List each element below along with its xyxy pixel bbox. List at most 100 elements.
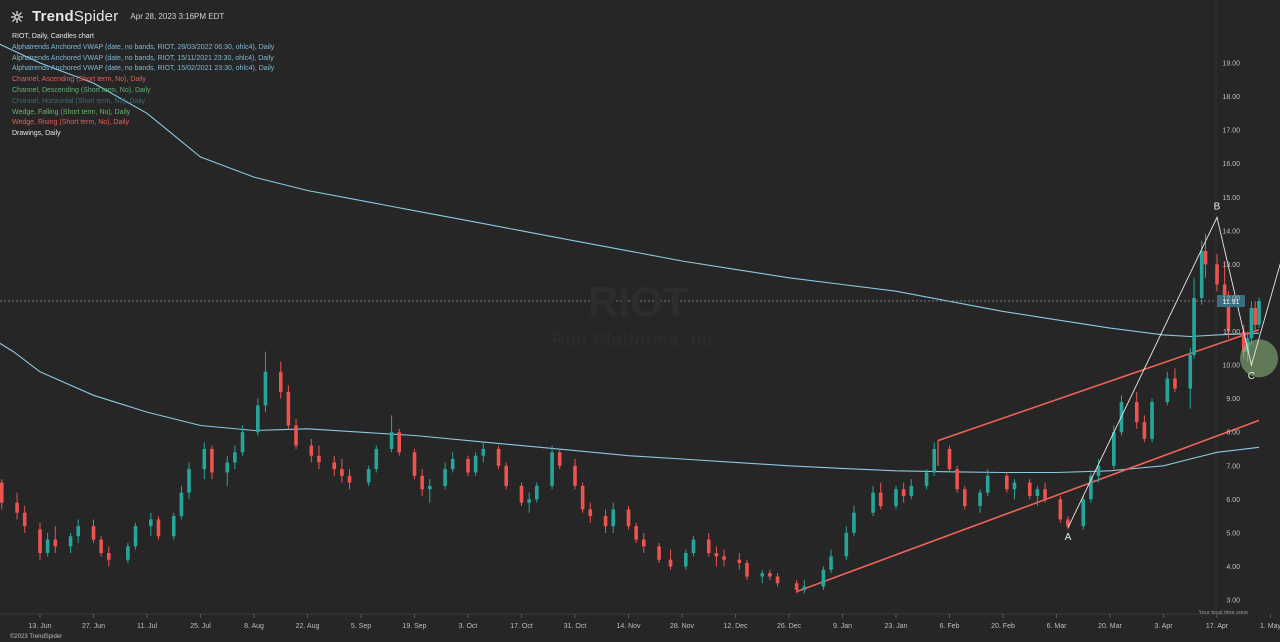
candle-body <box>1150 401 1154 439</box>
candle-body <box>420 475 424 490</box>
candle-body <box>340 469 344 476</box>
x-tick-label: 1. May <box>1260 623 1280 630</box>
candle-body <box>1043 489 1047 500</box>
candle-body <box>684 553 688 567</box>
legend-item[interactable]: Alphatrends Anchored VWAP (date, no band… <box>12 64 274 75</box>
candle-body <box>256 405 260 433</box>
x-tick-label: 20. Feb <box>991 623 1015 630</box>
candle-body <box>366 469 371 483</box>
candle-body <box>149 519 153 527</box>
candle-body <box>427 485 432 490</box>
y-tick-label: 19.00 <box>1222 61 1240 68</box>
candle-body <box>1012 482 1017 490</box>
legend-item[interactable]: Alphatrends Anchored VWAP (date, no band… <box>12 43 274 54</box>
candle-body <box>550 452 554 486</box>
candle-body <box>210 448 214 473</box>
candle-body <box>894 489 898 507</box>
candle-body <box>412 452 417 476</box>
y-tick-label: 14.00 <box>1222 228 1240 235</box>
candle-body <box>1257 300 1261 325</box>
candle-body <box>722 556 726 560</box>
legend-item[interactable]: Channel, Descending (Short term, No), Da… <box>12 86 274 97</box>
candle-body <box>91 526 96 540</box>
legend-item[interactable]: Channel, Horizontal (Short term, No), Da… <box>12 97 274 108</box>
brand-spider: Spider <box>73 8 119 25</box>
candle-body <box>1005 475 1009 490</box>
x-tick-label: 20. Mar <box>1098 623 1122 630</box>
timezone-note[interactable]: Your local time zone <box>1199 610 1248 616</box>
candle-body <box>1027 482 1032 496</box>
candle-body <box>573 465 577 486</box>
candle-body <box>519 485 524 503</box>
candle-body <box>737 559 742 564</box>
candle-body <box>901 489 906 496</box>
legend-item[interactable]: RIOT, Daily, Candles chart <box>12 32 274 43</box>
candle-body <box>580 485 585 510</box>
brand-trend: Trend <box>32 8 74 25</box>
candle-body <box>389 432 394 449</box>
candle-body <box>802 586 807 590</box>
candle-body <box>466 459 470 473</box>
x-tick-label: 27. Jun <box>82 623 105 630</box>
y-tick-label: 8.00 <box>1226 430 1240 437</box>
candle-body <box>1165 378 1170 402</box>
timestamp: Apr 28, 2023 3:16PM EDT <box>130 12 225 21</box>
candle-body <box>1249 308 1254 339</box>
candle-body <box>821 569 826 587</box>
x-axis-ticks: 13. Jun 27. Jun 11. Jul 25. Jul 8. Aug 22. Au… <box>29 614 1280 630</box>
y-tick-label: 16.00 <box>1222 161 1240 168</box>
x-tick-label: 23. Jan <box>885 623 908 630</box>
candle-body <box>878 492 883 507</box>
candle-body <box>760 573 765 577</box>
candle-body <box>775 576 780 584</box>
candle-body <box>38 529 42 554</box>
legend-item[interactable]: Alphatrends Anchored VWAP (date, no band… <box>12 54 274 65</box>
copyright: ©2023 TrendSpider <box>10 634 63 640</box>
candle-body <box>504 465 509 486</box>
candle-body <box>22 512 27 527</box>
abcd-drawing: ABCDFailed breakdown <box>1065 201 1280 543</box>
candle-body <box>263 371 268 406</box>
x-tick-label: 6. Mar <box>1047 623 1068 630</box>
candle-body <box>309 445 314 456</box>
candle-body <box>278 371 283 392</box>
candle-body <box>1112 432 1116 466</box>
y-tick-label: 13.00 <box>1222 262 1240 269</box>
candle-body <box>626 509 631 527</box>
candle-body <box>374 448 379 470</box>
candle-body <box>611 509 616 527</box>
candle-body <box>99 539 103 554</box>
point-label: B <box>1214 201 1221 212</box>
candle-body <box>53 539 58 547</box>
candle-body <box>588 509 593 517</box>
candle-body <box>691 539 696 554</box>
legend-item[interactable]: Wedge, Falling (Short term, No), Daily <box>12 108 274 119</box>
candle-body <box>768 573 772 577</box>
candle-body <box>294 425 298 446</box>
candle-body <box>1134 401 1139 423</box>
x-tick-label: 13. Jun <box>29 623 52 630</box>
candle-body <box>496 448 501 466</box>
candle-body <box>634 526 638 540</box>
candle-body <box>187 469 191 493</box>
legend-item[interactable]: Channel, Ascending (Short term, No), Dai… <box>12 75 274 86</box>
candle-body <box>15 502 19 513</box>
candle-body <box>706 539 711 554</box>
candle-body <box>68 536 73 547</box>
candle-body <box>1081 499 1086 527</box>
candle-body <box>985 475 990 493</box>
candle-body <box>527 499 531 503</box>
candle-body <box>714 553 719 557</box>
legend-item[interactable]: Drawings, Daily <box>12 129 274 140</box>
candle-body <box>225 462 230 473</box>
x-tick-label: 17. Oct <box>510 623 533 630</box>
y-tick-label: 15.00 <box>1222 195 1240 202</box>
candle-body <box>844 532 849 557</box>
candle-body <box>0 482 4 503</box>
x-tick-label: 28. Nov <box>670 623 695 630</box>
candle-body <box>317 455 321 463</box>
candle-body <box>852 512 856 533</box>
brand-name: TrendSpider <box>32 8 118 25</box>
candle-body <box>641 539 646 547</box>
legend-item[interactable]: Wedge, Rising (Short term, No), Daily <box>12 118 274 129</box>
